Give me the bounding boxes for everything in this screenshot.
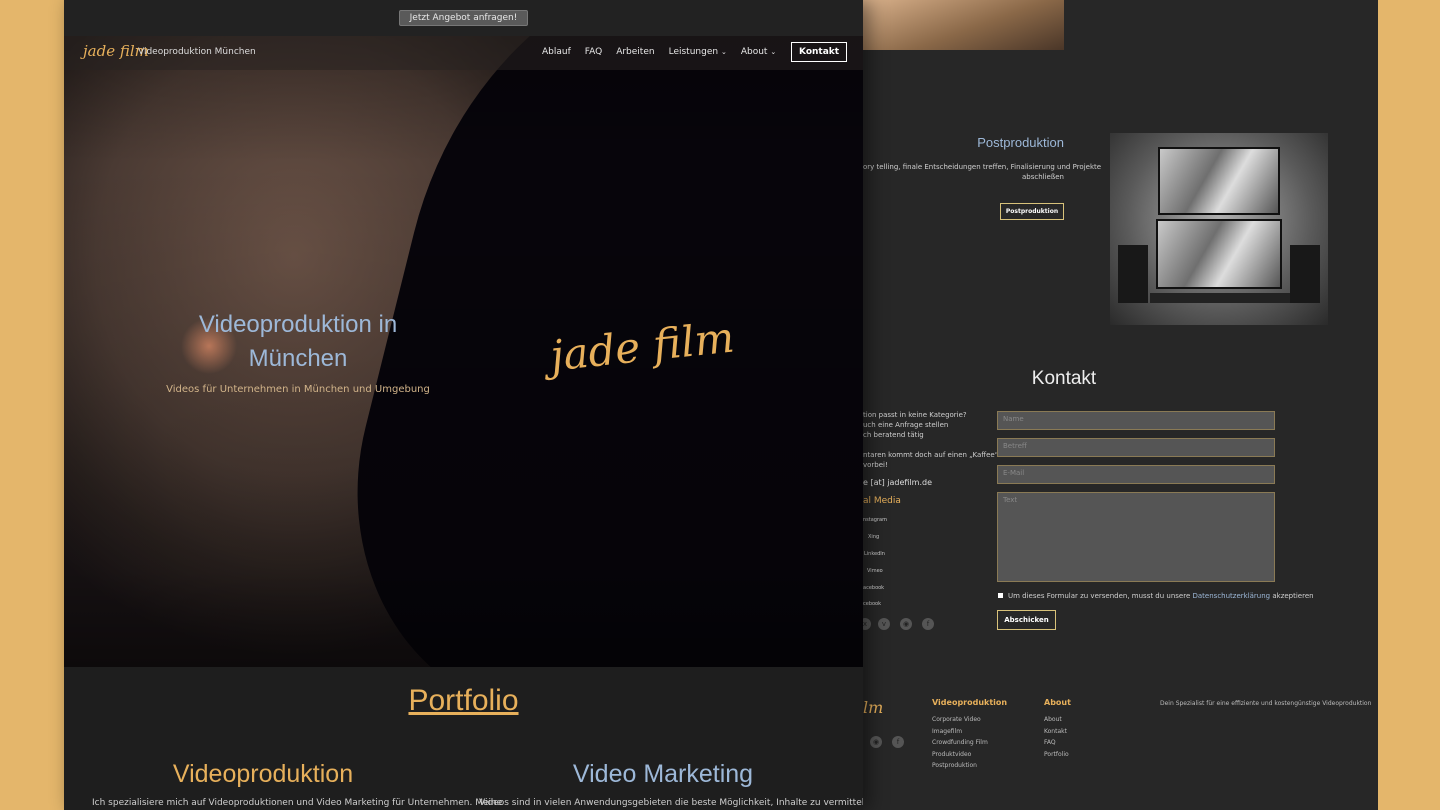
- videoproduktion-title: Videoproduktion: [172, 760, 354, 788]
- footer-link-portfolio[interactable]: Portfolio: [1044, 749, 1069, 760]
- message-field[interactable]: Text: [997, 492, 1275, 582]
- kontakt-button[interactable]: Kontakt: [791, 42, 848, 62]
- hero-subtitle: Videos für Unternehmen in München und Um…: [166, 384, 430, 395]
- foreground-page: Jetzt Angebot anfragen! jade film Videop…: [64, 0, 863, 810]
- footer-link-corporate-video[interactable]: Corporate Video: [932, 714, 981, 725]
- footer-eye-icon[interactable]: ◉: [870, 736, 882, 748]
- video-marketing-title: Video Marketing: [572, 760, 754, 788]
- social-link-vimeo[interactable]: Vimeo: [867, 568, 883, 574]
- social-link-instagram[interactable]: nstagram: [863, 517, 887, 523]
- name-field[interactable]: Name: [997, 411, 1275, 430]
- video-marketing-text: Videos sind in vielen Anwendungsgebieten…: [479, 798, 863, 808]
- contact-line-1: tion passt in keine Kategorie?: [863, 411, 967, 419]
- social-link-linkedin[interactable]: LinkedIn: [864, 551, 885, 557]
- email-field[interactable]: E-Mail: [997, 465, 1275, 484]
- facebook-icon[interactable]: f: [922, 618, 934, 630]
- nav-item-faq[interactable]: FAQ: [585, 47, 602, 57]
- top-bar: Jetzt Angebot anfragen!: [64, 0, 863, 36]
- footer-link-faq[interactable]: FAQ: [1044, 737, 1056, 748]
- postproduktion-button[interactable]: Postproduktion: [1000, 203, 1064, 220]
- contact-line-5: vorbei!: [863, 461, 888, 469]
- social-link-facebook[interactable]: acebook: [863, 585, 884, 591]
- submit-button[interactable]: Abschicken: [997, 610, 1056, 630]
- contact-line-3: ch beratend tätig: [863, 431, 924, 439]
- subject-field[interactable]: Betreff: [997, 438, 1275, 457]
- desk-photo: [863, 0, 1064, 50]
- main-navigation: jade film Videoproduktion München Ablauf…: [64, 36, 863, 70]
- nav-item-ablauf[interactable]: Ablauf: [542, 47, 571, 57]
- editing-monitors-photo: [1110, 133, 1328, 325]
- contact-line-4: ntaren kommt doch auf einen „Kaffee“: [863, 451, 999, 459]
- nav-item-arbeiten[interactable]: Arbeiten: [616, 47, 654, 57]
- chevron-down-icon: ⌄: [770, 48, 777, 56]
- kontakt-title: Kontakt: [1031, 368, 1097, 389]
- footer-tagline: Dein Spezialist für eine effiziente und …: [1160, 700, 1372, 707]
- footer-link-about[interactable]: About: [1044, 714, 1062, 725]
- postproduktion-text-2: abschließen: [1021, 173, 1064, 181]
- footer-link-postproduktion[interactable]: Postproduktion: [932, 760, 977, 771]
- footer-facebook-icon[interactable]: f: [892, 736, 904, 748]
- social-link-facebook-2[interactable]: cebook: [863, 601, 881, 607]
- nav-links: Ablauf FAQ Arbeiten Leistungen ⌄ About ⌄: [542, 47, 776, 57]
- contact-line-2: uch eine Anfrage stellen: [863, 421, 949, 429]
- social-link-xing[interactable]: Xing: [868, 534, 879, 540]
- eye-icon[interactable]: ◉: [900, 618, 912, 630]
- footer-link-produktvideo[interactable]: Produktvideo: [932, 749, 971, 760]
- footer-videoproduktion-title: Videoproduktion: [932, 698, 1008, 707]
- postproduktion-title: Postproduktion: [977, 135, 1064, 150]
- vimeo-icon[interactable]: v: [878, 618, 890, 630]
- nav-item-leistungen[interactable]: Leistungen ⌄: [669, 47, 727, 57]
- footer-about-title: About: [1044, 698, 1071, 707]
- request-offer-button[interactable]: Jetzt Angebot anfragen!: [398, 10, 529, 26]
- consent-text: Um dieses Formular zu versenden, musst d…: [1008, 592, 1314, 600]
- hero-title: Videoproduktion in München: [198, 311, 398, 372]
- portfolio-heading[interactable]: Portfolio: [64, 684, 863, 718]
- consent-checkbox[interactable]: [998, 593, 1003, 598]
- footer-logo: lm: [863, 698, 884, 717]
- site-subtitle: Videoproduktion München: [138, 47, 256, 57]
- nav-item-about[interactable]: About ⌄: [741, 47, 776, 57]
- chevron-down-icon: ⌄: [720, 48, 727, 56]
- postproduktion-text-1: ory telling, finale Entscheidungen treff…: [863, 163, 1102, 171]
- social-media-title: al Media: [863, 496, 901, 506]
- contact-email[interactable]: e [at] jadefilm.de: [863, 478, 932, 487]
- videoproduktion-text: Ich spezialisiere mich auf Videoprodukti…: [92, 798, 503, 808]
- privacy-link[interactable]: Datenschutzerklärung: [1193, 592, 1271, 600]
- footer-link-kontakt[interactable]: Kontakt: [1044, 726, 1067, 737]
- footer-link-crowdfunding[interactable]: Crowdfunding Film: [932, 737, 988, 748]
- footer-link-imagefilm[interactable]: Imagefilm: [932, 726, 962, 737]
